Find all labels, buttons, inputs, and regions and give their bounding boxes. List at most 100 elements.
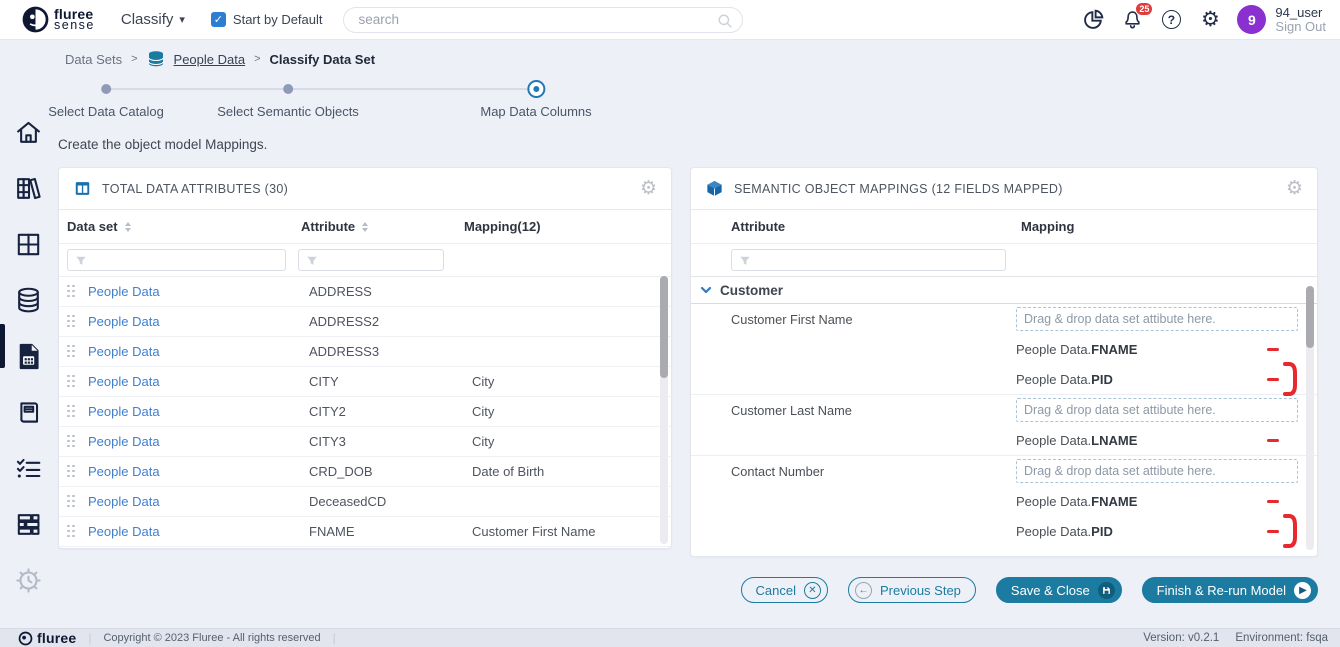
drag-handle-icon[interactable] — [67, 375, 76, 389]
attribute-table-row: People Data CRD_DOB Date of Birth — [59, 457, 671, 487]
right-panel-gear-icon[interactable]: ⚙ — [1286, 179, 1303, 198]
user-avatar[interactable]: 9 — [1237, 5, 1266, 34]
drag-handle-icon[interactable] — [67, 285, 76, 299]
mapping-prefix: People Data. — [1016, 342, 1091, 357]
drag-handle-icon[interactable] — [67, 525, 76, 539]
attribute-table-row: People Data DeceasedCD — [59, 487, 671, 517]
sidebar-item-tasks[interactable] — [0, 440, 56, 496]
attribute-name: FNAME — [309, 524, 472, 539]
remove-mapping-icon[interactable] — [1267, 439, 1279, 442]
dataset-link[interactable]: People Data — [88, 284, 309, 299]
mapping-attribute: FNAME — [1091, 342, 1137, 357]
dataset-filter — [67, 249, 286, 271]
mapping-row: People Data.PID — [691, 364, 1317, 394]
analytics-pie-icon[interactable] — [1081, 8, 1105, 32]
dataset-filter-input[interactable] — [68, 250, 285, 270]
attribute-table-row: People Data CITY2 City — [59, 397, 671, 427]
drag-handle-icon[interactable] — [67, 465, 76, 479]
attribute-filter-input[interactable] — [299, 250, 443, 270]
drag-handle-icon[interactable] — [67, 435, 76, 449]
step-dot[interactable] — [283, 84, 293, 94]
sort-icon[interactable] — [125, 222, 131, 232]
sidebar-item-catalog[interactable] — [0, 384, 56, 440]
dataset-link[interactable]: People Data — [88, 464, 309, 479]
fluree-sense-logo[interactable]: fluree sense — [22, 6, 95, 33]
dataset-link[interactable]: People Data — [88, 434, 309, 449]
notifications-bell-icon[interactable]: 25 — [1120, 8, 1144, 32]
sign-out-link[interactable]: Sign Out — [1275, 20, 1326, 34]
customer-group-row[interactable]: Customer — [691, 277, 1317, 304]
search-input[interactable] — [344, 8, 742, 32]
dataset-link[interactable]: People Data — [88, 494, 309, 509]
start-by-default-checkbox[interactable]: ✓ — [211, 12, 226, 27]
footer-fluree-logo: fluree — [18, 630, 76, 646]
step-dot-active[interactable] — [527, 80, 545, 98]
help-icon[interactable]: ? — [1159, 8, 1183, 32]
app-menu-label: Classify — [121, 11, 174, 28]
column-header-data-set[interactable]: Data set — [67, 219, 301, 234]
data-file-icon — [13, 341, 44, 372]
drop-zone[interactable]: Drag & drop data set attibute here. — [1016, 307, 1298, 331]
right-panel-scrollbar-thumb[interactable] — [1306, 286, 1314, 348]
finish-rerun-model-button[interactable]: Finish & Re-run Model ▶ — [1142, 577, 1318, 603]
remove-mapping-icon[interactable] — [1267, 500, 1279, 503]
stacked-blocks-icon — [13, 509, 44, 540]
dataset-link[interactable]: People Data — [88, 524, 309, 539]
dataset-link[interactable]: People Data — [88, 344, 309, 359]
version-label: Version: v0.2.1 — [1143, 632, 1219, 644]
semantic-field-block: Contact Number Drag & drop data set atti… — [691, 456, 1317, 546]
drop-zone[interactable]: Drag & drop data set attibute here. — [1016, 459, 1298, 483]
mappings-body: Customer First Name Drag & drop data set… — [691, 304, 1317, 546]
grid-table-icon — [13, 229, 44, 260]
dataset-link[interactable]: People Data — [88, 314, 309, 329]
attribute-name: ADDRESS — [309, 284, 472, 299]
left-panel-gear-icon[interactable]: ⚙ — [640, 179, 657, 198]
column-header-attribute: Attribute — [731, 219, 785, 234]
remove-mapping-icon[interactable] — [1267, 530, 1279, 533]
mapping-prefix: People Data. — [1016, 494, 1091, 509]
save-icon — [1098, 582, 1115, 599]
drag-handle-icon[interactable] — [67, 345, 76, 359]
semantic-attribute-label: Contact Number — [731, 464, 824, 479]
mapped-value: City — [472, 434, 671, 449]
semantic-filter-input[interactable] — [732, 250, 1005, 270]
start-by-default-label: Start by Default — [233, 12, 323, 27]
copyright-text: Copyright © 2023 Fluree - All rights res… — [103, 632, 320, 644]
save-and-close-button[interactable]: Save & Close — [996, 577, 1122, 603]
step-dot[interactable] — [101, 84, 111, 94]
drag-handle-icon[interactable] — [67, 495, 76, 509]
dataset-database-icon — [147, 50, 165, 68]
wizard-action-bar: Cancel ✕ ← Previous Step Save & Close Fi… — [0, 577, 1318, 603]
sidebar-item-datasets[interactable] — [0, 272, 56, 328]
drag-handle-icon[interactable] — [67, 405, 76, 419]
drop-zone[interactable]: Drag & drop data set attibute here. — [1016, 398, 1298, 422]
merge-brace-icon — [1282, 360, 1298, 398]
previous-step-button[interactable]: ← Previous Step — [848, 577, 976, 603]
breadcrumb-data-sets[interactable]: Data Sets — [65, 52, 122, 67]
breadcrumb-people-data-link[interactable]: People Data — [174, 52, 246, 67]
sort-icon[interactable] — [362, 222, 368, 232]
column-header-attribute[interactable]: Attribute — [301, 219, 464, 234]
funnel-icon — [739, 255, 751, 267]
sidebar-item-grid[interactable] — [0, 216, 56, 272]
app-menu-classify[interactable]: Classify ▾ — [121, 11, 185, 28]
mapping-attribute: PID — [1091, 372, 1113, 387]
cancel-button[interactable]: Cancel ✕ — [741, 577, 828, 603]
sidebar-item-pipelines[interactable] — [0, 496, 56, 552]
mapping-prefix: People Data. — [1016, 433, 1091, 448]
left-sidebar — [0, 40, 56, 628]
attribute-table-row: People Data ADDRESS2 — [59, 307, 671, 337]
dataset-link[interactable]: People Data — [88, 374, 309, 389]
sidebar-item-library[interactable] — [0, 160, 56, 216]
drag-handle-icon[interactable] — [67, 315, 76, 329]
top-navbar: fluree sense Classify ▾ ✓ Start by Defau… — [0, 0, 1340, 40]
sidebar-item-data-files-active[interactable] — [0, 328, 56, 384]
remove-mapping-icon[interactable] — [1267, 348, 1279, 351]
dataset-link[interactable]: People Data — [88, 404, 309, 419]
chevron-down-icon — [699, 283, 713, 297]
attribute-table-row: People Data CITY City — [59, 367, 671, 397]
mapping-prefix: People Data. — [1016, 372, 1091, 387]
settings-gear-icon[interactable]: ⚙ — [1198, 8, 1222, 32]
left-panel-scrollbar-thumb[interactable] — [660, 276, 668, 378]
remove-mapping-icon[interactable] — [1267, 378, 1279, 381]
